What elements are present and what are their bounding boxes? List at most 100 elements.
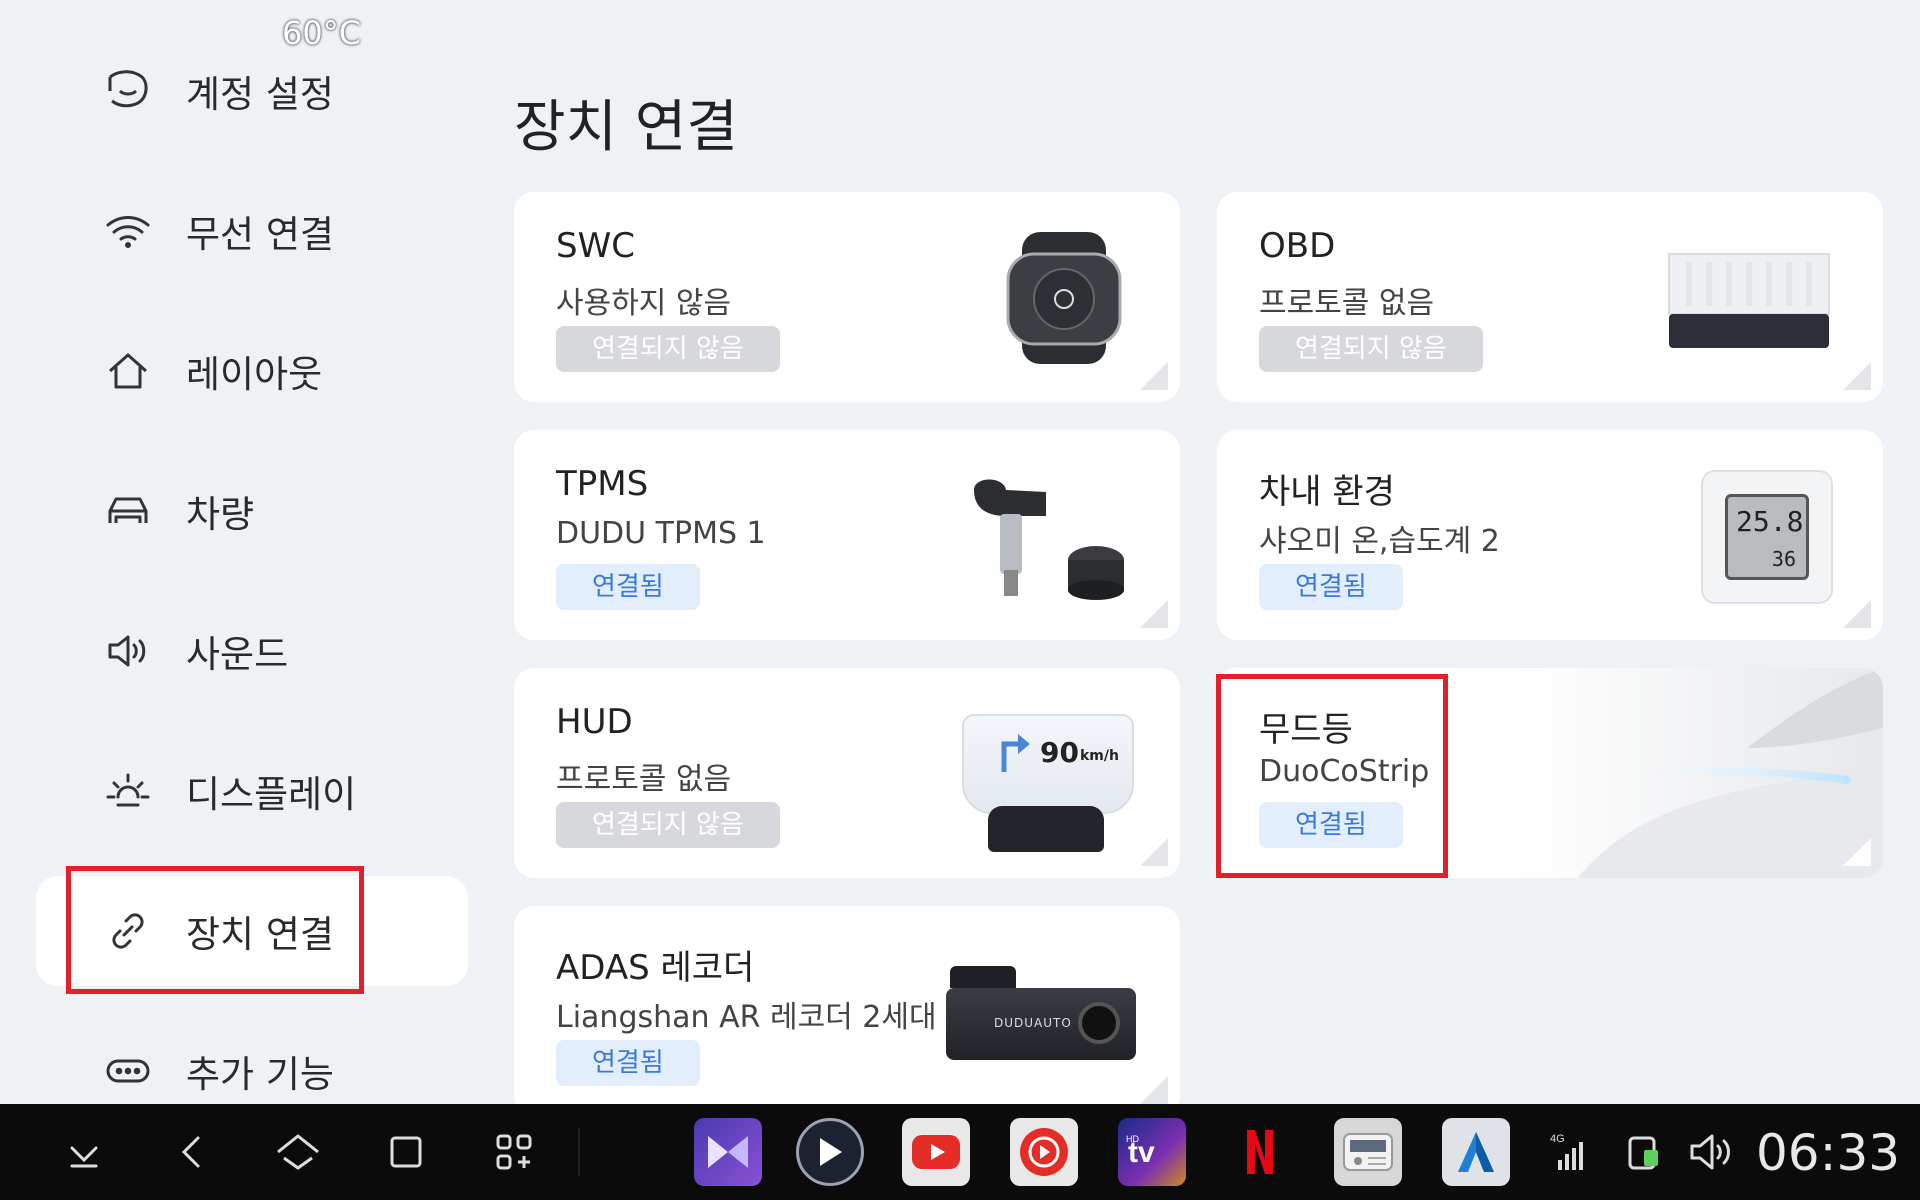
hud-product-image: 90 km/h: [958, 714, 1134, 864]
more-icon: [104, 1047, 152, 1095]
play-icon: [820, 1138, 842, 1166]
device-card-adas-recorder[interactable]: ADAS 레코더 Liangshan AR 레코더 2세대 연결됨 DUDUAU…: [514, 906, 1180, 1116]
turn-arrow-icon: [1001, 734, 1030, 772]
back-icon: [181, 1136, 200, 1168]
hygrometer-temperature: 25.8: [1736, 505, 1804, 538]
netflix-icon: [1247, 1130, 1273, 1174]
chevron-down-icon: [70, 1146, 98, 1168]
status-badge: 연결됨: [556, 1040, 700, 1086]
media-player-app[interactable]: [796, 1118, 864, 1186]
expand-corner-icon: [1140, 1076, 1168, 1104]
device-name: 무드등: [1259, 710, 1353, 750]
device-detail: DuoCoStrip: [1259, 754, 1430, 789]
sidebar-item-label: 무선 연결: [186, 213, 334, 256]
clock: 06:33: [1756, 1124, 1901, 1182]
radio-app[interactable]: [1334, 1118, 1402, 1186]
ambient-light-product-image: [1517, 668, 1883, 878]
tpms-product-image: [974, 479, 1124, 600]
hud-speed-readout: 90: [1040, 736, 1079, 769]
volume-icon[interactable]: [1688, 1130, 1736, 1174]
device-card-obd[interactable]: OBD 프로토콜 없음 연결되지 않음: [1217, 192, 1883, 402]
speaker-icon: [104, 627, 152, 675]
svg-text:4G: 4G: [1550, 1133, 1565, 1145]
sidebar-item-label: 계정 설정: [186, 73, 334, 116]
obd-product-image: [1668, 253, 1830, 348]
battery-icon: [1628, 1136, 1658, 1170]
apps-grid-icon: [496, 1134, 532, 1170]
youtube-app[interactable]: [902, 1118, 970, 1186]
device-card-cabin-environment[interactable]: 차내 환경 샤오미 온,습도계 2 연결됨 25.8 36: [1217, 430, 1883, 640]
sidebar-item-vehicle[interactable]: 차량: [36, 456, 468, 566]
expand-corner-icon: [1140, 838, 1168, 866]
svg-text:HD: HD: [1126, 1134, 1139, 1144]
home-icon: [104, 347, 152, 395]
status-badge: 연결됨: [1259, 564, 1403, 610]
status-badge: 연결됨: [1259, 802, 1403, 848]
apps-button[interactable]: [486, 1124, 542, 1180]
hide-panel-button[interactable]: [56, 1124, 112, 1180]
device-card-tpms[interactable]: TPMS DUDU TPMS 1 연결됨: [514, 430, 1180, 640]
device-detail: 사용하지 않음: [556, 286, 732, 321]
device-name: 차내 환경: [1259, 472, 1395, 512]
hud-speed-unit: km/h: [1080, 748, 1119, 764]
sidebar-item-label: 레이아웃: [186, 353, 323, 396]
device-name: SWC: [556, 226, 635, 266]
device-detail: DUDU TPMS 1: [556, 516, 766, 551]
car-icon: [104, 487, 152, 535]
device-card-hud[interactable]: HUD 프로토콜 없음 연결되지 않음 90 km/h: [514, 668, 1180, 878]
navigation-a-icon: [1458, 1132, 1494, 1172]
account-icon: [104, 67, 152, 115]
sidebar-item-account[interactable]: 계정 설정: [36, 36, 468, 146]
video-app-icon: [708, 1136, 748, 1168]
status-badge: 연결되지 않음: [1259, 326, 1483, 372]
taskbar: tv HD 4G 06:33: [0, 1104, 1920, 1200]
sidebar-item-label: 디스플레이: [186, 773, 357, 816]
link-icon: [104, 907, 152, 955]
sidebar-item-label: 장치 연결: [186, 913, 334, 956]
signal-icon: 4G: [1550, 1133, 1583, 1170]
sidebar-item-display[interactable]: 디스플레이: [36, 736, 468, 846]
device-name: ADAS 레코더: [556, 948, 755, 988]
home-diamond-icon: [277, 1134, 319, 1170]
navigation-app[interactable]: [1442, 1118, 1510, 1186]
hygrometer-product-image: 25.8 36: [1701, 470, 1833, 604]
sidebar-item-layout[interactable]: 레이아웃: [36, 316, 468, 426]
tv-app-icon: tvHD: [1126, 1134, 1155, 1169]
sidebar-item-device-connection[interactable]: 장치 연결: [36, 876, 468, 986]
expand-corner-icon: [1843, 362, 1871, 390]
back-button[interactable]: [164, 1124, 220, 1180]
device-detail: Liangshan AR 레코더 2세대: [556, 1000, 937, 1035]
hygrometer-humidity: 36: [1771, 547, 1796, 571]
expand-corner-icon: [1843, 600, 1871, 628]
square-icon: [390, 1136, 422, 1168]
expand-corner-icon: [1140, 362, 1168, 390]
status-badge: 연결되지 않음: [556, 802, 780, 848]
status-badge: 연결됨: [556, 564, 700, 610]
youtube-music-icon: [1020, 1128, 1068, 1176]
device-detail: 샤오미 온,습도계 2: [1259, 524, 1500, 559]
page-title: 장치 연결: [514, 95, 738, 160]
sidebar-item-label: 추가 기능: [186, 1053, 334, 1096]
recents-button[interactable]: [378, 1124, 434, 1180]
device-detail: 프로토콜 없음: [556, 762, 732, 797]
sidebar-item-sound[interactable]: 사운드: [36, 596, 468, 706]
sidebar-item-label: 사운드: [186, 633, 289, 676]
swc-product-image: [1006, 232, 1122, 364]
device-name: OBD: [1259, 226, 1336, 266]
sidebar-item-label: 차량: [186, 493, 255, 536]
device-detail: 프로토콜 없음: [1259, 286, 1435, 321]
hd-tv-app[interactable]: tv HD: [1118, 1118, 1186, 1186]
expand-corner-icon: [1140, 600, 1168, 628]
device-card-mood-light[interactable]: 무드등 DuoCoStrip 연결됨: [1217, 668, 1883, 878]
device-card-swc[interactable]: SWC 사용하지 않음 연결되지 않음: [514, 192, 1180, 402]
home-button[interactable]: [270, 1124, 326, 1180]
sidebar-item-wireless[interactable]: 무선 연결: [36, 176, 468, 286]
device-name: HUD: [556, 702, 633, 742]
youtube-music-app[interactable]: [1010, 1118, 1078, 1186]
dashcam-brand: DUDUAUTO: [994, 1016, 1072, 1030]
expand-corner-icon: [1843, 838, 1871, 866]
netflix-app[interactable]: [1226, 1118, 1294, 1186]
wifi-icon: [104, 207, 152, 255]
brightness-icon: [104, 767, 152, 815]
video-player-app[interactable]: [694, 1118, 762, 1186]
